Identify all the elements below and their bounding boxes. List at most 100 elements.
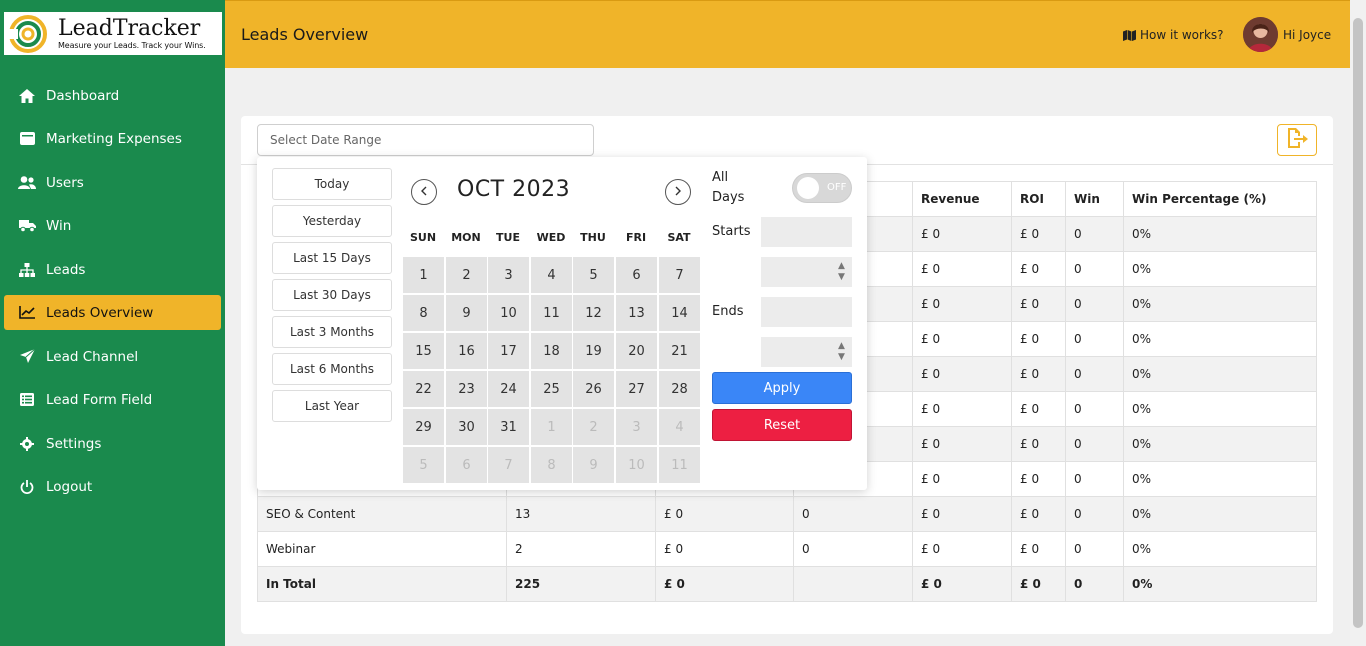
- calendar-day[interactable]: 24: [488, 371, 529, 407]
- calendar-day[interactable]: 8: [403, 295, 444, 331]
- sitemap-icon: [18, 262, 36, 278]
- avatar[interactable]: [1243, 17, 1278, 52]
- table-row: Webinar 2 £ 0 0 £ 0 £ 0 0 0%: [257, 531, 1317, 567]
- target-logo-icon: [8, 14, 50, 54]
- calendar-day[interactable]: 25: [531, 371, 572, 407]
- calendar-day[interactable]: 28: [659, 371, 700, 407]
- calendar-day[interactable]: 31: [488, 409, 529, 445]
- user-greeting[interactable]: Hi Joyce: [1283, 28, 1331, 42]
- sidebar-item-lead-channel[interactable]: Lead Channel: [4, 339, 221, 374]
- how-it-works-link[interactable]: How it works?: [1123, 28, 1224, 42]
- sidebar-item-win[interactable]: Win: [4, 208, 221, 243]
- calendar-day[interactable]: 16: [446, 333, 487, 369]
- range-last-3-months-button[interactable]: Last 3 Months: [272, 316, 392, 348]
- calendar-day[interactable]: 15: [403, 333, 444, 369]
- calendar-day[interactable]: 18: [531, 333, 572, 369]
- calendar-day[interactable]: 26: [573, 371, 614, 407]
- calendar-day[interactable]: 2: [446, 257, 487, 293]
- weekday-header: MON: [451, 231, 481, 244]
- start-date-field[interactable]: [761, 217, 852, 247]
- range-yesterday-button[interactable]: Yesterday: [272, 205, 392, 237]
- sidebar-item-dashboard[interactable]: Dashboard: [4, 78, 221, 113]
- start-time-spinner[interactable]: ▲ ▼: [838, 261, 845, 283]
- calendar-day[interactable]: 27: [616, 371, 657, 407]
- calendar-day[interactable]: 11: [531, 295, 572, 331]
- all-days-label-second-line: Days: [712, 190, 745, 205]
- next-month-button[interactable]: [665, 179, 691, 205]
- app-logo[interactable]: LeadTracker Measure your Leads. Track yo…: [4, 12, 222, 55]
- apply-button[interactable]: Apply: [712, 372, 852, 404]
- calendar-day-other-month[interactable]: 2: [573, 409, 614, 445]
- sidebar-item-users[interactable]: Users: [4, 165, 221, 200]
- sidebar-item-leads[interactable]: Leads: [4, 252, 221, 287]
- column-header: Win: [1065, 181, 1124, 217]
- calendar-day-other-month[interactable]: 8: [531, 447, 572, 483]
- all-days-toggle[interactable]: OFF: [792, 173, 852, 203]
- calendar-day[interactable]: 29: [403, 409, 444, 445]
- range-last-30-days-button[interactable]: Last 30 Days: [272, 279, 392, 311]
- sidebar-item-leads-overview[interactable]: Leads Overview: [4, 295, 221, 330]
- end-date-field[interactable]: [761, 297, 852, 327]
- calendar-day[interactable]: 14: [659, 295, 700, 331]
- scrollbar-thumb[interactable]: [1353, 18, 1363, 628]
- weekday-header: SUN: [409, 231, 437, 244]
- power-icon: [18, 479, 36, 495]
- chevron-right-icon: [674, 185, 682, 200]
- sidebar-item-settings[interactable]: Settings: [4, 426, 221, 461]
- prev-month-button[interactable]: [411, 179, 437, 205]
- page-scrollbar[interactable]: [1350, 0, 1366, 646]
- calendar-day-other-month[interactable]: 6: [446, 447, 487, 483]
- sidebar-item-logout[interactable]: Logout: [4, 469, 221, 504]
- table-total-row: In Total 225 £ 0 £ 0 £ 0 0 0%: [257, 566, 1317, 602]
- sidebar-item-label: Dashboard: [46, 87, 120, 104]
- table-row: SEO & Content 13 £ 0 0 £ 0 £ 0 0 0%: [257, 496, 1317, 532]
- range-today-button[interactable]: Today: [272, 168, 392, 200]
- map-icon: [1123, 29, 1136, 41]
- calendar-day[interactable]: 12: [573, 295, 614, 331]
- page-title: Leads Overview: [241, 25, 369, 44]
- calendar-day[interactable]: 10: [488, 295, 529, 331]
- calendar-day-other-month[interactable]: 3: [616, 409, 657, 445]
- calendar-day[interactable]: 19: [573, 333, 614, 369]
- range-last-15-days-button[interactable]: Last 15 Days: [272, 242, 392, 274]
- weekday-header: TUE: [496, 231, 520, 244]
- calendar-day[interactable]: 9: [446, 295, 487, 331]
- all-days-label: All: [712, 170, 729, 185]
- calendar-day[interactable]: 23: [446, 371, 487, 407]
- toggle-knob: [797, 177, 819, 199]
- calendar-day-other-month[interactable]: 4: [659, 409, 700, 445]
- calendar-day-other-month[interactable]: 10: [616, 447, 657, 483]
- sidebar-item-lead-form-field[interactable]: Lead Form Field: [4, 382, 221, 417]
- calendar-day[interactable]: 21: [659, 333, 700, 369]
- file-export-icon: [1286, 128, 1308, 152]
- calendar-day[interactable]: 13: [616, 295, 657, 331]
- calendar-day[interactable]: 30: [446, 409, 487, 445]
- calendar-day[interactable]: 5: [573, 257, 614, 293]
- calendar-month-title: OCT 2023: [457, 177, 571, 202]
- date-range-input[interactable]: Select Date Range: [257, 124, 594, 156]
- range-last-6-months-button[interactable]: Last 6 Months: [272, 353, 392, 385]
- calendar-day-other-month[interactable]: 7: [488, 447, 529, 483]
- calendar-day[interactable]: 6: [616, 257, 657, 293]
- calendar-day[interactable]: 3: [488, 257, 529, 293]
- end-time-spinner[interactable]: ▲ ▼: [838, 341, 845, 363]
- sidebar-item-label: Logout: [46, 478, 93, 495]
- calendar-day-other-month[interactable]: 5: [403, 447, 444, 483]
- export-button[interactable]: [1277, 124, 1317, 156]
- calendar-day[interactable]: 7: [659, 257, 700, 293]
- sidebar-item-label: Lead Form Field: [46, 391, 153, 408]
- sidebar: LeadTracker Measure your Leads. Track yo…: [0, 0, 225, 646]
- calendar-day-other-month[interactable]: 1: [531, 409, 572, 445]
- calendar-day[interactable]: 22: [403, 371, 444, 407]
- calendar-day[interactable]: 1: [403, 257, 444, 293]
- reset-button[interactable]: Reset: [712, 409, 852, 441]
- calendar-day-other-month[interactable]: 11: [659, 447, 700, 483]
- range-last-year-button[interactable]: Last Year: [272, 390, 392, 422]
- sidebar-item-marketing-expenses[interactable]: Marketing Expenses: [4, 121, 221, 156]
- starts-label: Starts: [712, 224, 751, 239]
- calendar-day[interactable]: 4: [531, 257, 572, 293]
- calendar-day[interactable]: 20: [616, 333, 657, 369]
- calendar-day[interactable]: 17: [488, 333, 529, 369]
- calendar-day-other-month[interactable]: 9: [573, 447, 614, 483]
- weekday-header: WED: [536, 231, 566, 244]
